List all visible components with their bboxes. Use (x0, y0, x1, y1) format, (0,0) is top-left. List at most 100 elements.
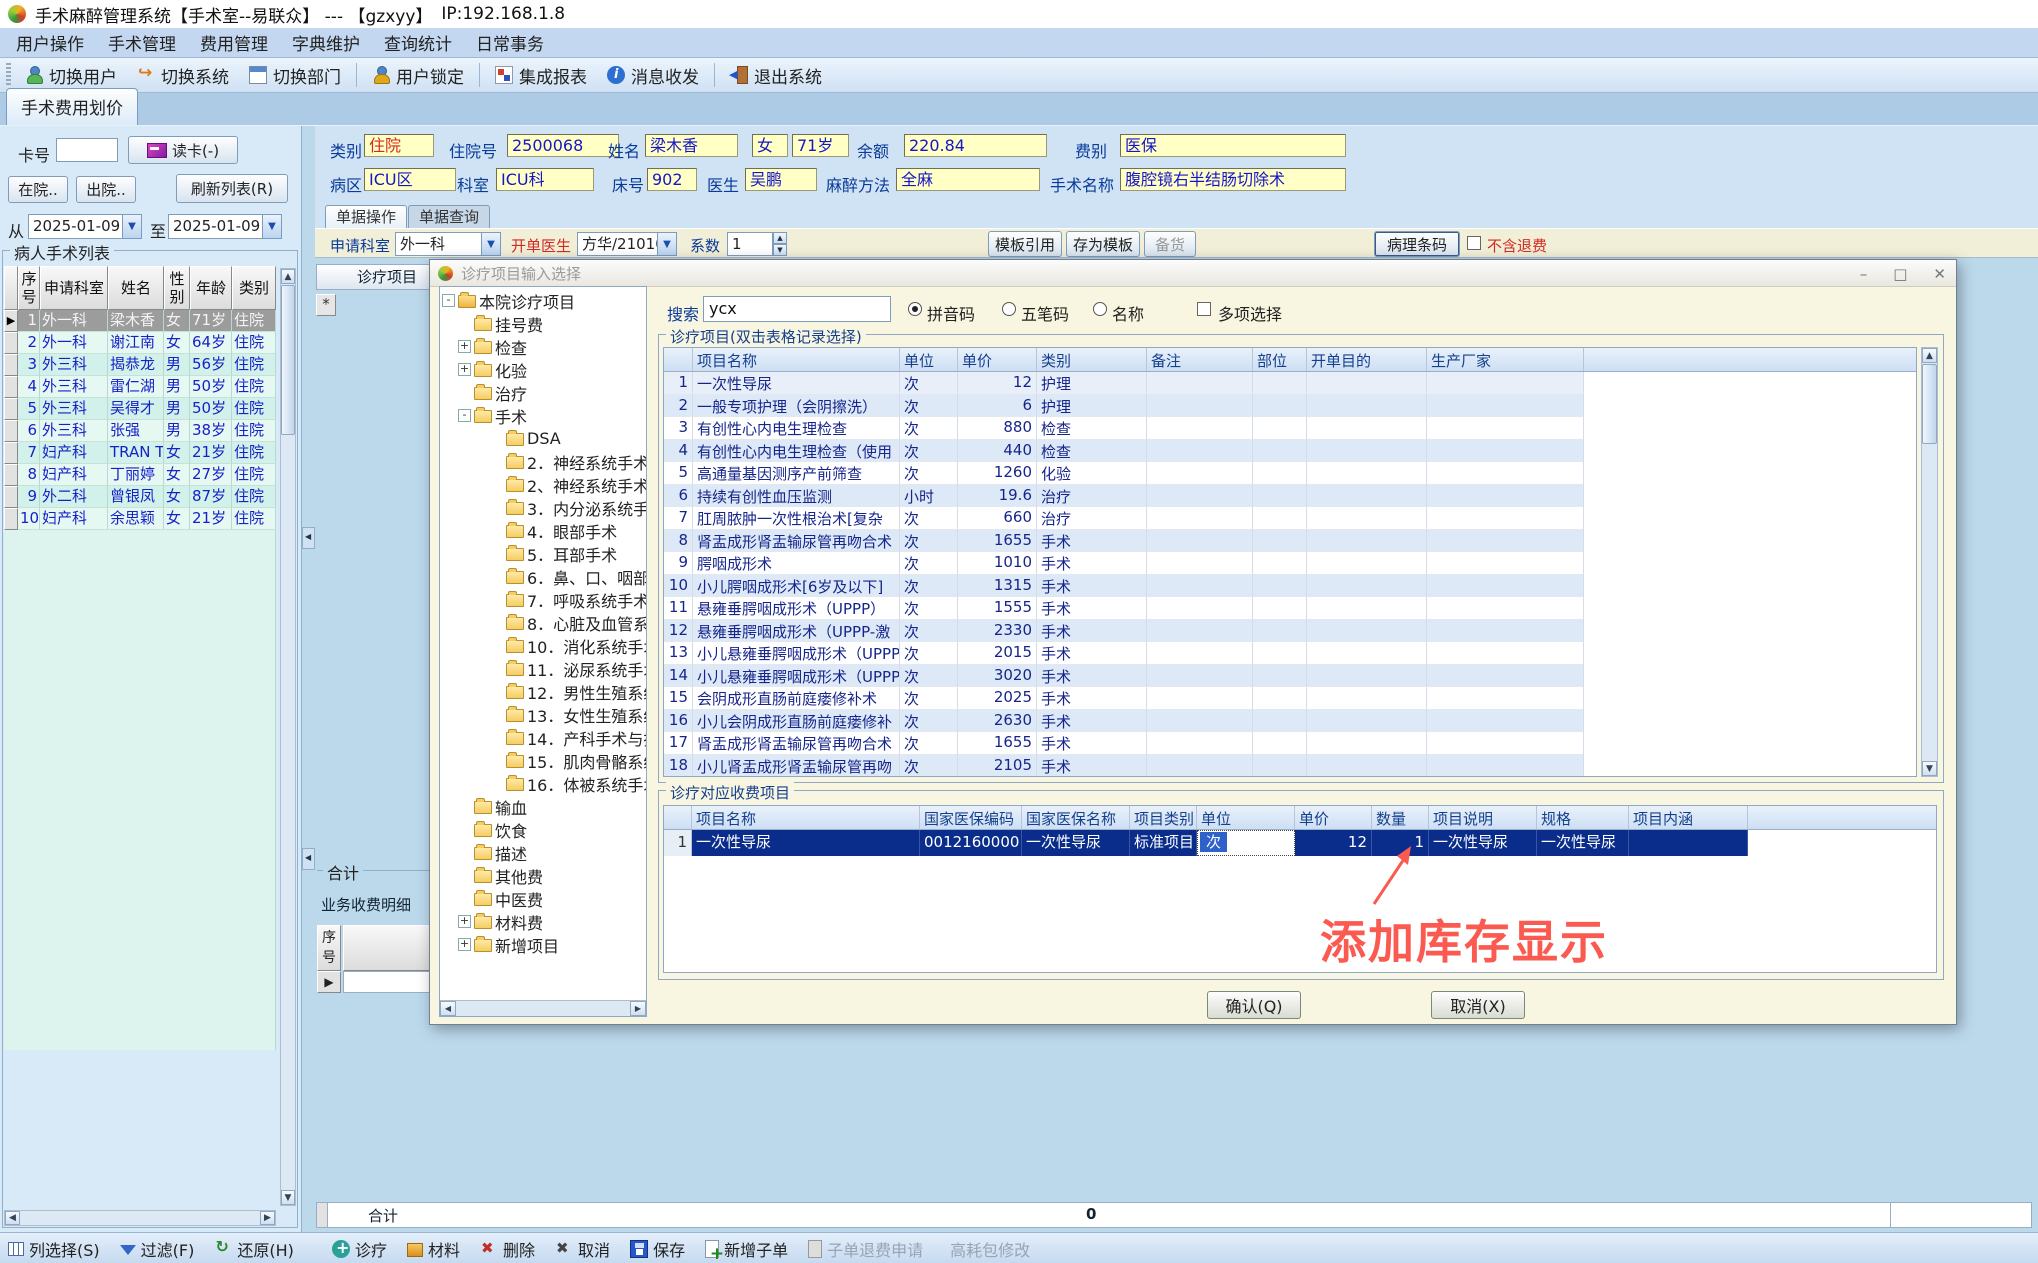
tree-item[interactable]: +新增项目 (440, 933, 646, 956)
scroll-thumb[interactable] (281, 285, 295, 435)
item-row[interactable]: 14小儿悬雍垂腭咽成形术（UPPP次3020手术 (664, 665, 1916, 688)
column-header[interactable]: 生产厂家 (1427, 348, 1584, 371)
tree-item[interactable]: 输血 (440, 795, 646, 818)
tree-item[interactable]: 饮食 (440, 818, 646, 841)
discharged-button[interactable]: 出院.. (76, 176, 136, 203)
expand-icon[interactable]: + (458, 363, 471, 376)
item-row[interactable]: 15会阴成形直肠前庭瘘修补术次2025手术 (664, 687, 1916, 710)
tree-item[interactable]: +化验 (440, 358, 646, 381)
unit-cell[interactable]: 次 (1197, 830, 1295, 856)
item-row[interactable]: 11悬雍垂腭咽成形术（UPPP）次1555手术 (664, 597, 1916, 620)
name-field[interactable]: 梁木香 (645, 134, 738, 157)
chevron-down-icon[interactable]: ▼ (262, 214, 282, 239)
radio-3-icon[interactable] (1093, 302, 1107, 316)
in-hospital-button[interactable]: 在院.. (8, 176, 68, 203)
column-header[interactable]: 单价 (958, 348, 1037, 371)
save-template-button[interactable]: 存为模板 (1066, 231, 1140, 257)
bottom-button-cancel[interactable]: 取消 (555, 1237, 610, 1261)
column-header[interactable]: 姓名 (108, 266, 164, 310)
bottom-button-treatment[interactable]: 诊疗 (332, 1237, 387, 1261)
collapse-icon[interactable]: - (458, 409, 471, 422)
column-header[interactable]: 部位 (1253, 348, 1307, 371)
item-row[interactable]: 17肾盂成形肾盂输尿管再吻合术次1655手术 (664, 732, 1916, 755)
request-dept-select[interactable]: 外一科▼ (395, 232, 501, 256)
item-row[interactable]: 10小儿腭咽成形术[6岁及以下]次1315手术 (664, 575, 1916, 598)
maximize-icon[interactable]: □ (1893, 265, 1907, 283)
items-table-vscrollbar[interactable]: ▲ ▼ (1921, 347, 1938, 777)
tree-item[interactable]: 5．耳部手术 (440, 542, 646, 565)
item-row[interactable]: 1一次性导尿次12护理 (664, 372, 1916, 395)
item-row[interactable]: 7肛周脓肿一次性根治术[复杂次660治疗 (664, 507, 1916, 530)
splitter-collapse-button[interactable] (302, 848, 315, 870)
order-doctor-select[interactable]: 方华/21010▼ (577, 232, 677, 256)
expand-icon[interactable]: + (458, 938, 471, 951)
scroll-down-icon[interactable]: ▼ (1922, 761, 1937, 776)
scroll-left-icon[interactable]: ◀ (5, 1211, 20, 1225)
dept-field[interactable]: ICU科 (496, 168, 594, 191)
bottom-button-delete[interactable]: 删除 (480, 1237, 535, 1261)
tab-document-query[interactable]: 单据查询 (408, 205, 490, 228)
menu-item-1[interactable]: 手术管理 (96, 26, 188, 59)
tree-item[interactable]: 2、神经系统手术 (440, 473, 646, 496)
charge-row[interactable]: 1一次性导尿00121600001一次性导尿标准项目次121一次性导尿一次性导尿 (664, 830, 1936, 856)
patient-row[interactable]: 2外一科谢江南女64岁住院 (4, 332, 276, 354)
tree-item[interactable]: 中医费 (440, 887, 646, 910)
template-reference-button[interactable]: 模板引用 (988, 231, 1062, 257)
item-row[interactable]: 13小儿悬雍垂腭咽成形术（UPPP次2015手术 (664, 642, 1916, 665)
patient-row[interactable]: 4外三科雷仁湖男50岁住院 (4, 376, 276, 398)
multi-select-checkbox[interactable] (1197, 302, 1211, 316)
bottom-button-columns[interactable]: 列选择(S) (8, 1237, 100, 1261)
spin-down-icon[interactable]: ▼ (773, 244, 787, 256)
column-header[interactable]: 项目名称 (693, 348, 900, 371)
scroll-up-icon[interactable]: ▲ (1922, 348, 1937, 363)
chevron-down-icon[interactable]: ▼ (481, 232, 501, 256)
item-row[interactable]: 5高通量基因测序产前筛查次1260化验 (664, 462, 1916, 485)
patient-row[interactable]: 3外三科揭恭龙男56岁住院 (4, 354, 276, 376)
column-header[interactable]: 开单目的 (1307, 348, 1427, 371)
item-row[interactable]: 12悬雍垂腭咽成形术（UPPP-激次2330手术 (664, 620, 1916, 643)
gender-field[interactable]: 女 (752, 134, 788, 157)
read-card-button[interactable]: 读卡(-) (128, 136, 238, 164)
tree-item[interactable]: 11．泌尿系统手术 (440, 657, 646, 680)
toolbar-button-user-lock[interactable]: 用户锁定 (362, 59, 474, 92)
factor-spinner[interactable]: ▲▼ (773, 232, 787, 256)
column-header[interactable]: 备注 (1147, 348, 1253, 371)
splitter-collapse-button[interactable] (302, 527, 315, 549)
expand-icon[interactable]: + (458, 340, 471, 353)
toolbar-button-messages[interactable]: 消息收发 (597, 59, 709, 92)
factor-input[interactable]: 1 (727, 232, 773, 256)
bottom-button-filter[interactable]: 过滤(F) (120, 1237, 195, 1261)
column-header[interactable]: 项目内涵 (1629, 806, 1748, 829)
tree-item[interactable]: 10．消化系统手术 (440, 634, 646, 657)
search-input[interactable]: ycx (703, 296, 891, 322)
minimize-icon[interactable]: – (1860, 265, 1868, 283)
tree-item[interactable]: -本院诊疗项目 (440, 289, 646, 312)
item-row[interactable]: 18小儿肾盂成形肾盂输尿管再吻次2105手术 (664, 755, 1916, 778)
toolbar-button-switch-department[interactable]: 切换部门 (239, 59, 351, 92)
column-header[interactable]: 年龄 (190, 266, 232, 310)
column-header[interactable]: 类别 (232, 266, 276, 310)
bottom-button-material[interactable]: 材料 (407, 1237, 460, 1261)
scroll-up-icon[interactable]: ▲ (281, 269, 295, 284)
radio-2-icon[interactable] (1002, 302, 1016, 316)
tree-item[interactable]: 13．女性生殖系统 (440, 703, 646, 726)
column-header[interactable]: 规格 (1537, 806, 1629, 829)
column-header[interactable]: 性别 (164, 266, 190, 310)
tree-item[interactable]: 14．产科手术与操作 (440, 726, 646, 749)
tree-item[interactable]: 16．体被系统手术 (440, 772, 646, 795)
tab-document-operate[interactable]: 单据操作 (325, 205, 407, 228)
toolbar-button-integrated-reports[interactable]: 集成报表 (485, 59, 597, 92)
item-row[interactable]: 9腭咽成形术次1010手术 (664, 552, 1916, 575)
column-header[interactable]: 项目类别 (1130, 806, 1197, 829)
spin-up-icon[interactable]: ▲ (773, 232, 787, 244)
type-field[interactable]: 住院 (364, 134, 434, 157)
age-field[interactable]: 71岁 (792, 134, 849, 157)
column-header[interactable]: 类别 (1037, 348, 1147, 371)
confirm-button[interactable]: 确认(Q) (1207, 991, 1301, 1019)
item-row[interactable]: 8肾盂成形肾盂输尿管再吻合术次1655手术 (664, 530, 1916, 553)
item-row[interactable]: 16小儿会阴成形直肠前庭瘘修补次2630手术 (664, 710, 1916, 733)
tree-item[interactable]: 7．呼吸系统手术 (440, 588, 646, 611)
item-row[interactable]: 3有创性心内电生理检查次880检查 (664, 417, 1916, 440)
scroll-thumb[interactable] (1922, 364, 1937, 444)
column-header[interactable]: 申请科室 (40, 266, 108, 310)
